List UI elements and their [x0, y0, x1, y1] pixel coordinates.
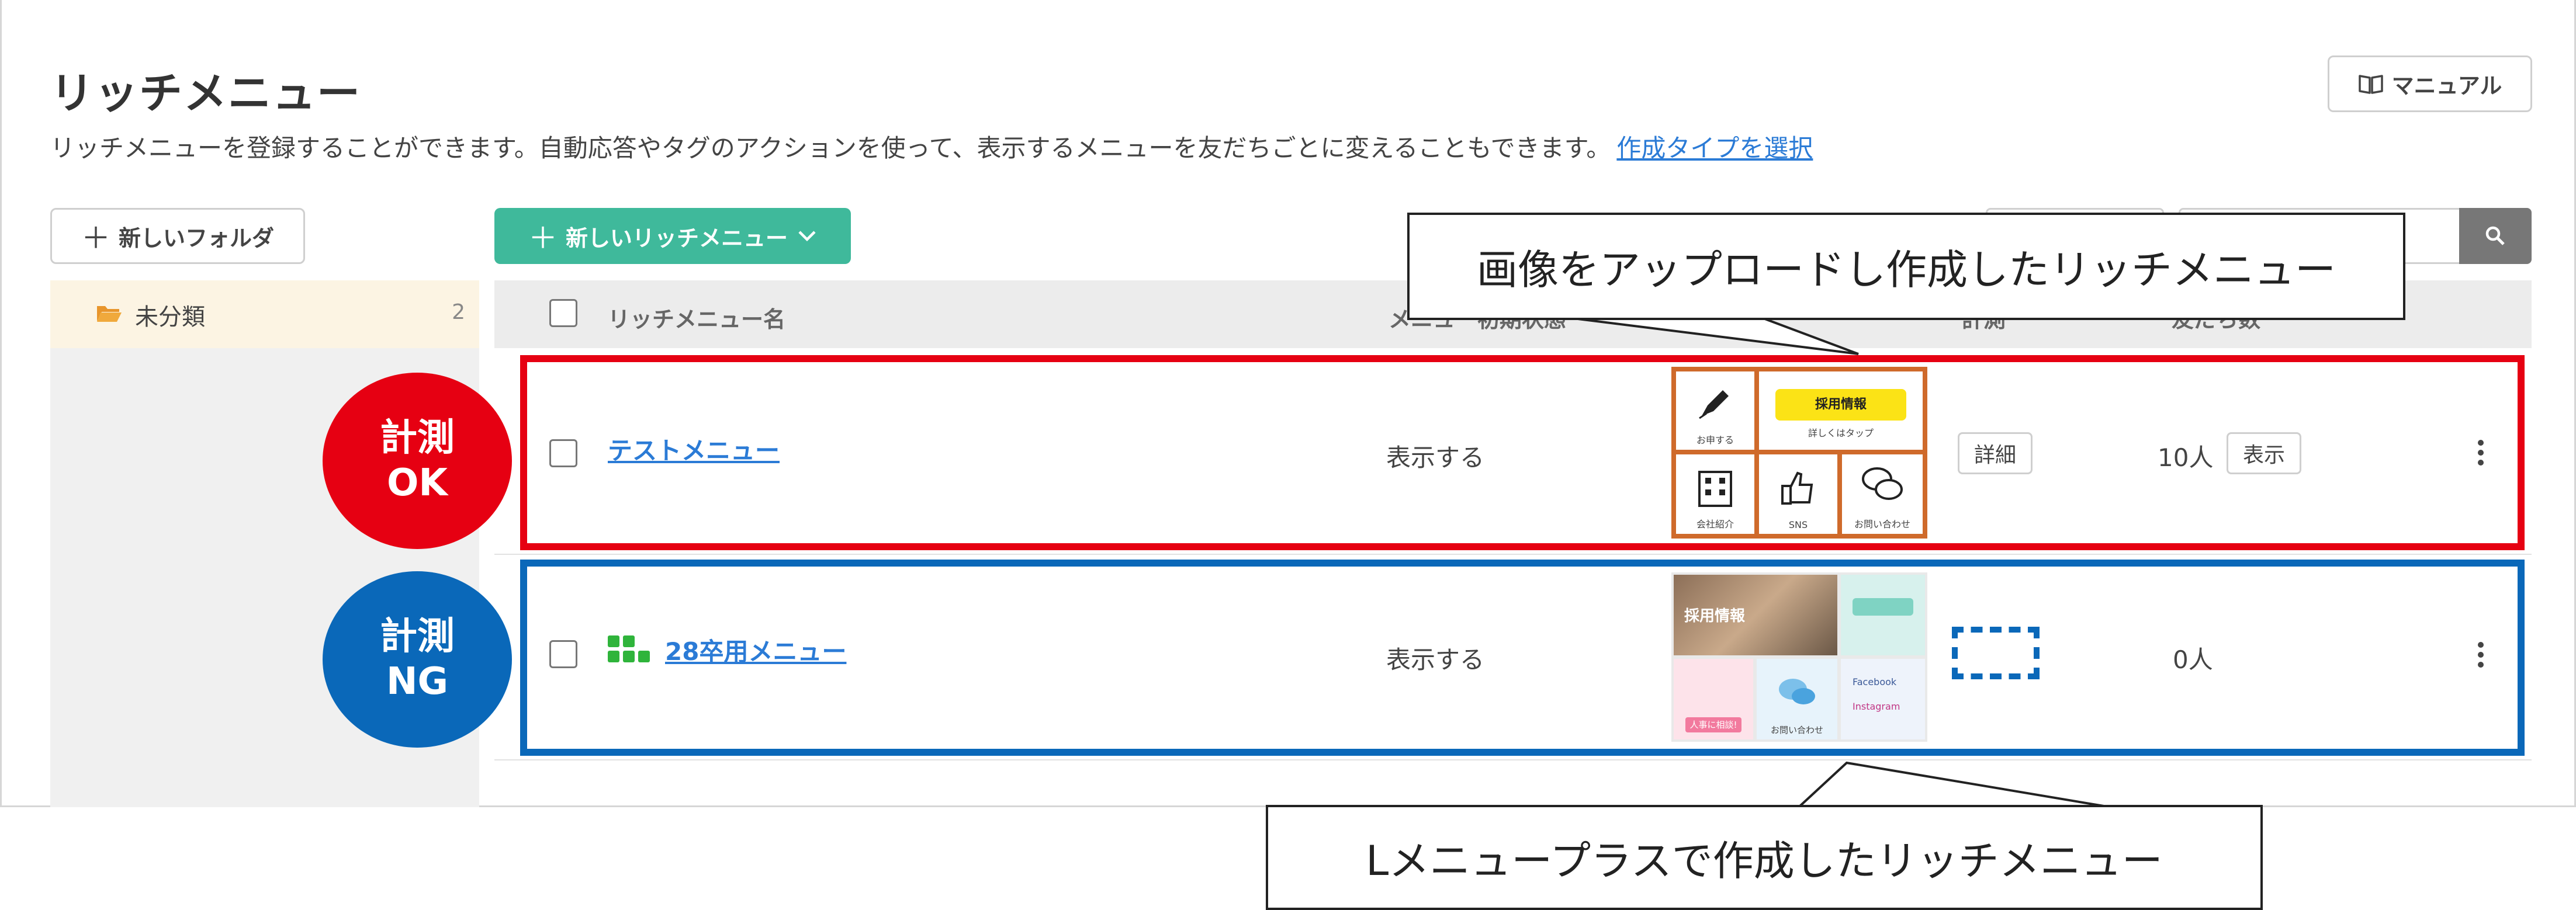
- select-all-checkbox[interactable]: [549, 299, 577, 327]
- select-type-link[interactable]: 作成タイプを選択: [1616, 134, 1813, 162]
- page-description: リッチメニューを登録することができます。自動応答やタグのアクションを使って、表示…: [50, 128, 1813, 164]
- manual-button[interactable]: マニュアル: [2328, 55, 2532, 112]
- new-menu-label: 新しいリッチメニュー: [565, 225, 788, 251]
- folder-count: 2: [452, 300, 465, 324]
- plus-icon: ＋: [81, 221, 110, 255]
- row-divider: [494, 759, 2532, 760]
- folder-open-icon: [97, 306, 122, 322]
- badge-line2: NG: [386, 660, 449, 703]
- callout-lmenu-plus-menu: Lメニュープラスで作成したリッチメニュー: [1266, 805, 2263, 910]
- badge-line2: OK: [387, 461, 448, 505]
- folder-label: 未分類: [135, 304, 205, 331]
- measure-ng-badge: 計測 NG: [323, 571, 512, 748]
- row-divider: [494, 554, 2532, 555]
- description-text: リッチメニューを登録することができます。自動応答やタグのアクションを使って、表示…: [50, 134, 1611, 162]
- header-name: リッチメニュー名: [608, 307, 786, 332]
- badge-line1: 計測: [380, 416, 455, 460]
- manual-label: マニュアル: [2391, 73, 2502, 99]
- badge-line1: 計測: [380, 615, 455, 659]
- search-button[interactable]: [2459, 208, 2532, 264]
- book-icon: [2358, 74, 2383, 94]
- measure-ok-highlight: [520, 355, 2525, 550]
- sidebar-item-uncategorized[interactable]: 未分類 2: [50, 280, 479, 348]
- plus-icon: ＋: [528, 221, 558, 255]
- callout-uploaded-image-menu: 画像をアップロードし作成したリッチメニュー: [1407, 213, 2405, 320]
- new-folder-button[interactable]: ＋ 新しいフォルダ: [50, 208, 305, 264]
- chevron-down-icon: [798, 231, 816, 242]
- measure-ok-badge: 計測 OK: [323, 373, 512, 549]
- page-title: リッチメニュー: [50, 68, 361, 119]
- measure-ng-highlight: [520, 560, 2525, 756]
- new-rich-menu-button[interactable]: ＋ 新しいリッチメニュー: [494, 208, 851, 264]
- new-folder-label: 新しいフォルダ: [118, 225, 274, 251]
- search-icon: [2485, 226, 2505, 245]
- missing-measure-placeholder: [1952, 627, 2040, 679]
